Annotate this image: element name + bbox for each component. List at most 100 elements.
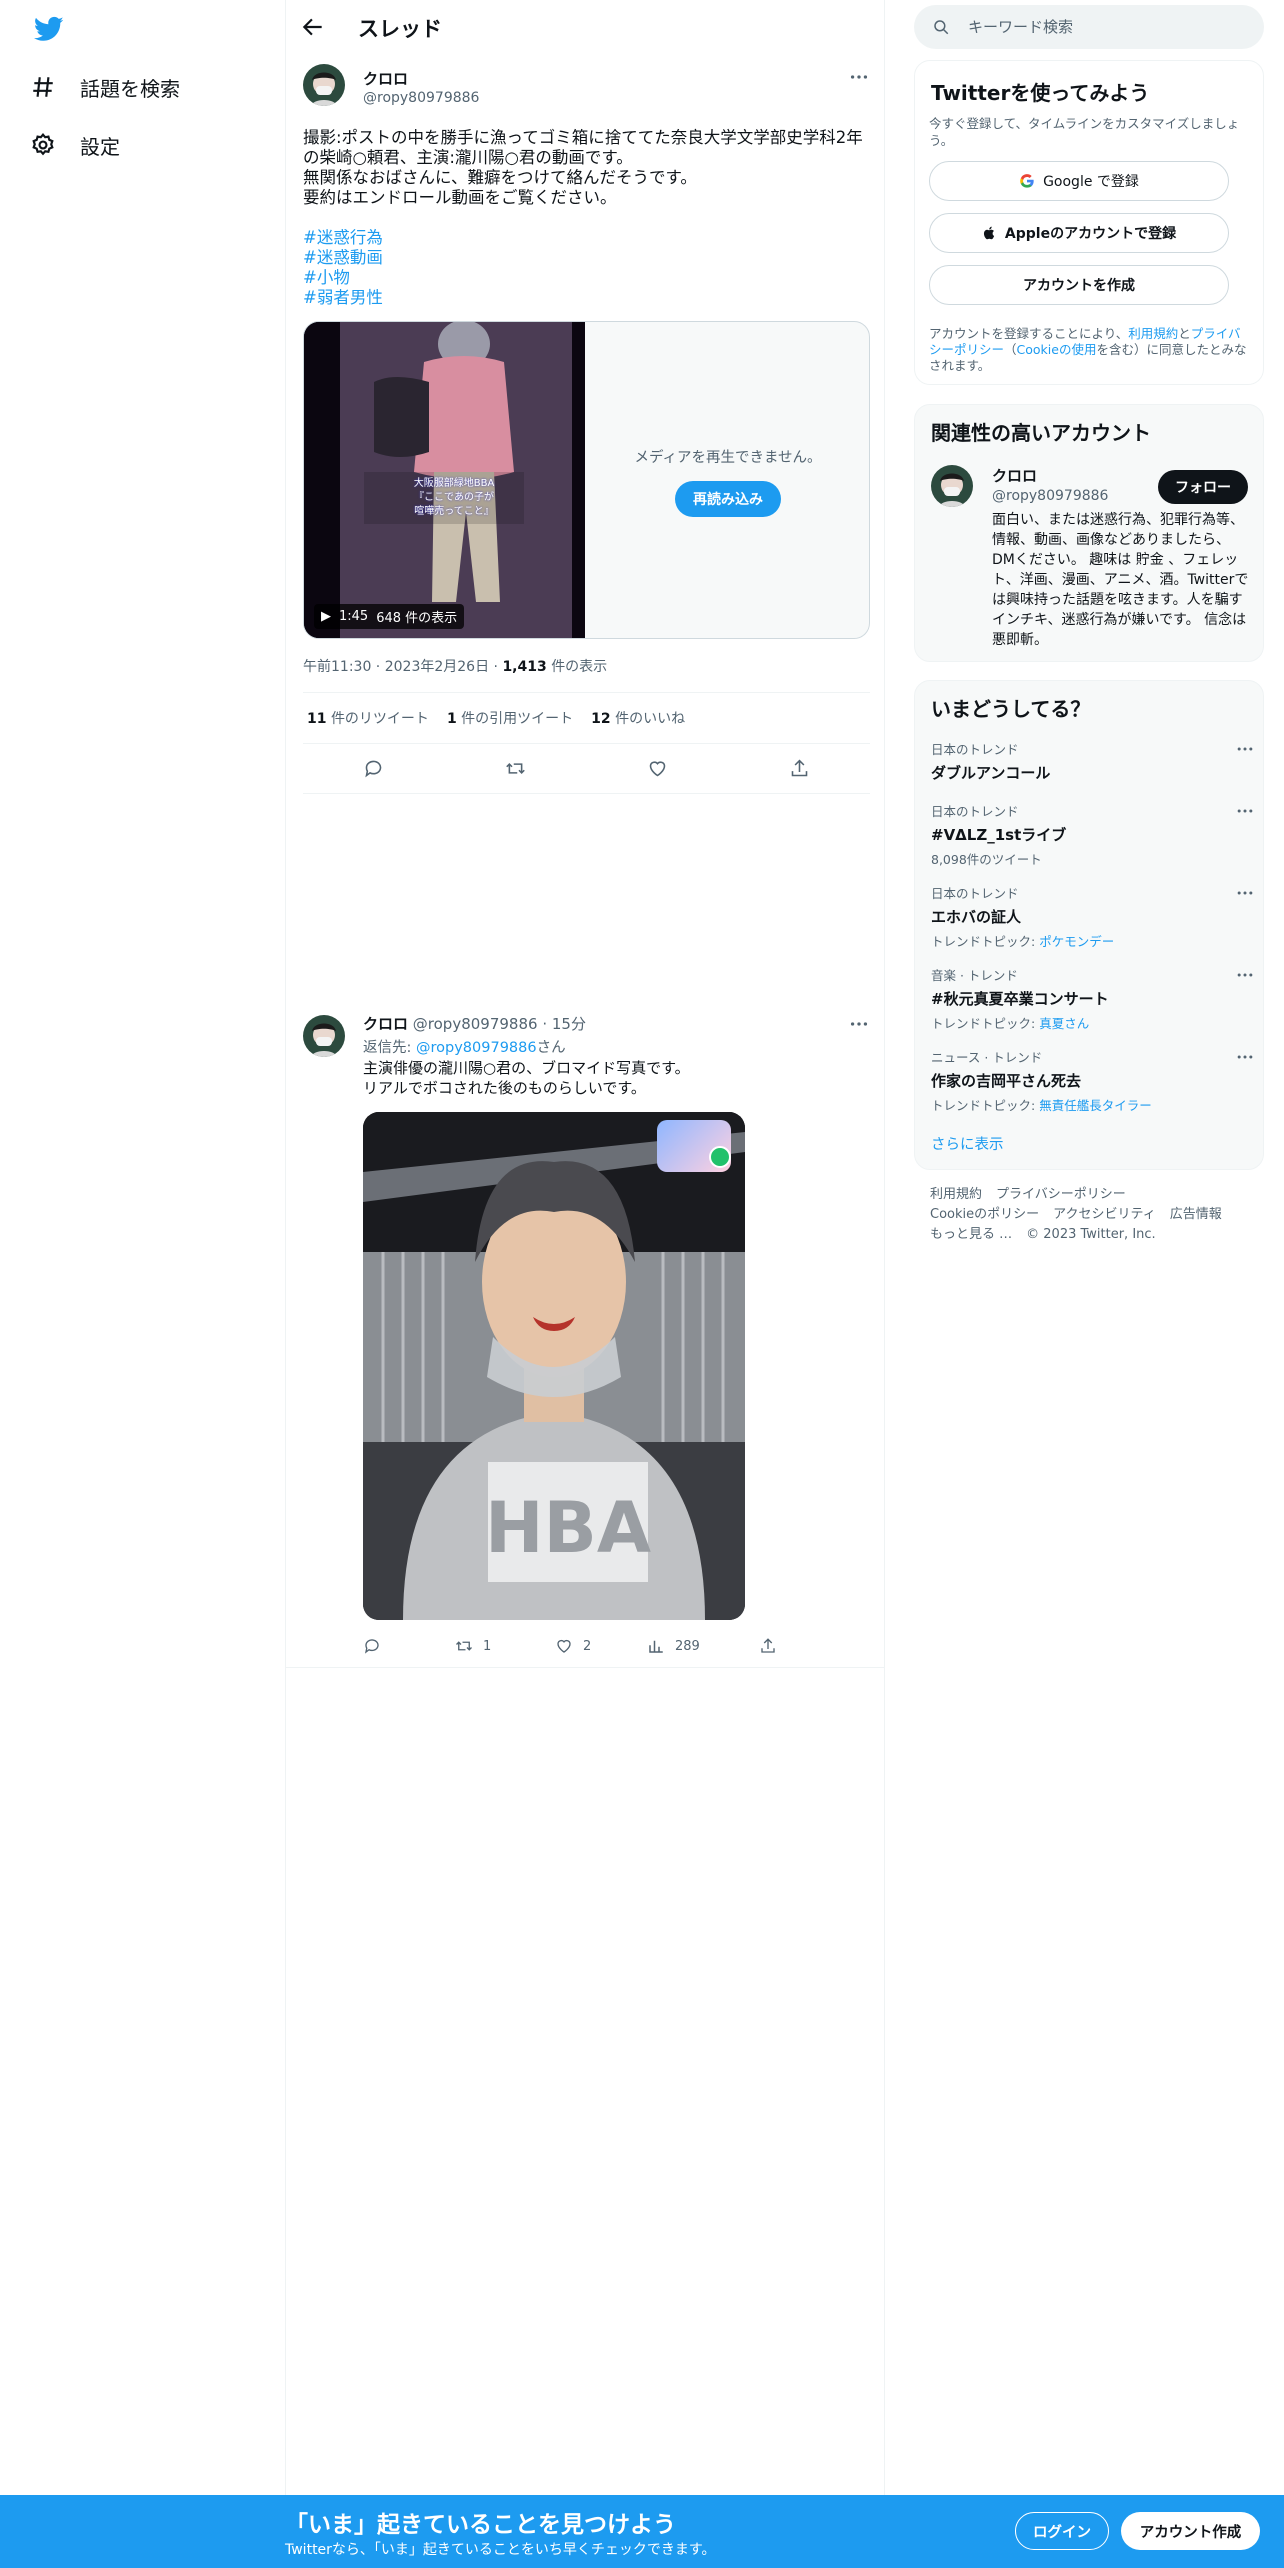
tweet-time[interactable]: 午前11:30 bbox=[303, 659, 371, 675]
signup-subtitle: 今すぐ登録して、タイムラインをカスタマイズしましょう。 bbox=[929, 116, 1240, 148]
footer-link[interactable]: もっと見る … bbox=[930, 1227, 1012, 1242]
reply-context: 返信先: @ropy80979886さん bbox=[363, 1040, 566, 1056]
trend-topic-link[interactable]: ポケモンデー bbox=[1039, 934, 1114, 949]
search-input[interactable] bbox=[968, 18, 1228, 36]
avatar[interactable] bbox=[931, 465, 973, 507]
hashtag-link[interactable]: #小物 bbox=[303, 268, 383, 288]
reply-actions: 1 2 289 bbox=[363, 1633, 793, 1659]
view-count: 1,413 bbox=[502, 659, 547, 675]
footer-link[interactable]: 広告情報 bbox=[1170, 1207, 1222, 1222]
trend-item[interactable]: 日本のトレンド ダブルアンコール bbox=[931, 739, 1253, 783]
footer-link[interactable]: Cookieのポリシー bbox=[930, 1207, 1039, 1222]
trend-topic-link[interactable]: 真夏さん bbox=[1039, 1016, 1089, 1031]
show-more-link[interactable]: さらに表示 bbox=[931, 1133, 1004, 1154]
reply-author: クロロ @ropy80979886 · 15分 bbox=[363, 1015, 586, 1033]
login-button[interactable]: ログイン bbox=[1015, 2512, 1109, 2550]
retweet-icon bbox=[456, 1641, 472, 1651]
hashtag-list: #迷惑行為 #迷惑動画 #小物 #弱者男性 bbox=[303, 228, 383, 308]
retweet-icon[interactable] bbox=[505, 758, 526, 779]
trends-title: いまどうしてる？ bbox=[931, 697, 1091, 721]
signup-legal: アカウントを登録することにより、利用規約とプライバシーポリシー（Cookieの使… bbox=[929, 326, 1247, 373]
retweet-stat[interactable]: 11 件のリツイート bbox=[307, 708, 429, 728]
signup-card: Twitterを使ってみよう 今すぐ登録して、タイムラインをカスタマイズしましょ… bbox=[914, 60, 1264, 385]
reload-button[interactable]: 再読み込み bbox=[675, 480, 781, 517]
hashtag-link[interactable]: #弱者男性 bbox=[303, 288, 383, 308]
like-stat[interactable]: 12 件のいいね bbox=[591, 708, 685, 728]
signup-button[interactable]: アカウント作成 bbox=[1121, 2512, 1260, 2550]
apple-icon bbox=[983, 226, 995, 240]
quote-stat[interactable]: 1 件の引用ツイート bbox=[447, 708, 573, 728]
tweet-time[interactable]: 15分 bbox=[552, 1015, 586, 1033]
svg-text:HBA: HBA bbox=[485, 1487, 651, 1569]
phone-icon bbox=[709, 1146, 731, 1168]
avatar[interactable] bbox=[303, 1015, 345, 1057]
trend-item[interactable]: 日本のトレンド エホバの証人 トレンドトピック: ポケモンデー bbox=[931, 883, 1253, 950]
views-button[interactable]: 289 bbox=[647, 1637, 759, 1655]
retweet-count: 1 bbox=[483, 1638, 492, 1654]
reply-icon[interactable] bbox=[363, 758, 384, 779]
reply-button[interactable] bbox=[363, 1637, 455, 1655]
terms-link[interactable]: 利用規約 bbox=[1128, 326, 1178, 341]
search-bar[interactable] bbox=[914, 5, 1264, 49]
page-title: スレッド bbox=[358, 17, 442, 41]
signup-banner: 「いま」起きていることを見つけよう Twitterなら、「いま」起きていることを… bbox=[0, 2495, 1284, 2568]
tweet-timestamp: 午前11:30 · 2023年2月26日 · 1,413 件の表示 bbox=[303, 659, 608, 675]
footer-links: 利用規約 プライバシーポリシー Cookieのポリシー アクセシビリティ 広告情報 も… bbox=[930, 1185, 1260, 1245]
cookie-link[interactable]: Cookieの使用 bbox=[1017, 342, 1097, 357]
more-options-icon[interactable] bbox=[1235, 965, 1255, 985]
tweet-date[interactable]: 2023年2月26日 bbox=[385, 659, 489, 675]
like-icon bbox=[557, 1639, 571, 1653]
banner-subtitle: Twitterなら、「いま」起きていることをいち早くチェックできます。 bbox=[285, 2542, 716, 2558]
trend-item[interactable]: 日本のトレンド #VΔLZ_1stライブ 8,098件のツイート bbox=[931, 801, 1253, 868]
like-button[interactable]: 2 bbox=[555, 1637, 647, 1655]
author-name[interactable]: クロロ bbox=[363, 1015, 408, 1033]
video-duration-badge: ▶ 1:45 648 件の表示 bbox=[314, 604, 465, 629]
author-name[interactable]: クロロ bbox=[363, 68, 408, 89]
related-handle[interactable]: @ropy80979886 bbox=[992, 488, 1108, 504]
nav-explore[interactable]: 話題を検索 bbox=[30, 61, 180, 113]
back-arrow-icon[interactable] bbox=[300, 14, 326, 40]
avatar[interactable] bbox=[303, 64, 345, 106]
view-label: 件の表示 bbox=[551, 659, 608, 675]
twitter-bird-icon[interactable] bbox=[32, 14, 66, 44]
mention-link[interactable]: @ropy80979886 bbox=[416, 1040, 537, 1056]
google-icon bbox=[1020, 174, 1034, 188]
more-options-icon[interactable] bbox=[1235, 801, 1255, 821]
more-options-icon[interactable] bbox=[1235, 739, 1255, 759]
author-handle[interactable]: @ropy80979886 bbox=[363, 90, 479, 106]
signup-title: Twitterを使ってみよう bbox=[931, 81, 1150, 105]
trend-topic-link[interactable]: 無責任艦長タイラー bbox=[1039, 1098, 1152, 1113]
footer-link[interactable]: プライバシーポリシー bbox=[996, 1187, 1126, 1202]
share-icon[interactable] bbox=[789, 758, 810, 779]
more-options-icon[interactable] bbox=[1235, 1047, 1255, 1067]
divider bbox=[286, 1667, 884, 1668]
related-name[interactable]: クロロ bbox=[992, 465, 1037, 486]
follow-button[interactable]: フォロー bbox=[1158, 470, 1248, 504]
video-thumbnail[interactable]: 大阪服部緑地BBA 『ここであの子が 喧嘩売ってこと』 ▶ 1:45 648 件… bbox=[304, 322, 585, 638]
hashtag-link[interactable]: #迷惑動画 bbox=[303, 248, 383, 268]
more-options-icon[interactable] bbox=[848, 66, 870, 88]
apple-signup-button[interactable]: Appleのアカウントで登録 bbox=[929, 213, 1229, 253]
nav-settings[interactable]: 設定 bbox=[30, 119, 120, 171]
hashtag-link[interactable]: #迷惑行為 bbox=[303, 228, 383, 248]
nav-settings-label: 設定 bbox=[80, 134, 120, 159]
author-handle[interactable]: @ropy80979886 bbox=[413, 1015, 538, 1033]
thread-column: スレッド クロロ @ropy80979886 撮影:ポストの中を勝手に漁ってゴミ… bbox=[285, 0, 885, 2495]
video-card: 大阪服部緑地BBA 『ここであの子が 喧嘩売ってこと』 ▶ 1:45 648 件… bbox=[303, 321, 870, 639]
create-account-button[interactable]: アカウントを作成 bbox=[929, 265, 1229, 305]
more-options-icon[interactable] bbox=[848, 1013, 870, 1035]
google-signup-button[interactable]: Google で登録 bbox=[929, 161, 1229, 201]
tweet-photo[interactable]: HBA bbox=[363, 1112, 745, 1620]
thread-header: スレッド bbox=[286, 0, 884, 54]
footer-link[interactable]: アクセシビリティ bbox=[1053, 1207, 1156, 1222]
more-options-icon[interactable] bbox=[1235, 883, 1255, 903]
trend-item[interactable]: ニュース · トレンド 作家の吉岡平さん死去 トレンドトピック: 無責任艦長タイ… bbox=[931, 1047, 1253, 1114]
related-title: 関連性の高いアカウント bbox=[931, 421, 1151, 445]
footer-link[interactable]: 利用規約 bbox=[930, 1187, 982, 1202]
like-icon[interactable] bbox=[647, 758, 668, 779]
trend-item[interactable]: 音楽 · トレンド #秋元真夏卒業コンサート トレンドトピック: 真夏さん bbox=[931, 965, 1253, 1032]
share-button[interactable] bbox=[759, 1637, 777, 1655]
copyright: © 2023 Twitter, Inc. bbox=[1026, 1227, 1156, 1242]
retweet-button[interactable]: 1 bbox=[455, 1637, 555, 1655]
share-icon bbox=[761, 1638, 775, 1653]
